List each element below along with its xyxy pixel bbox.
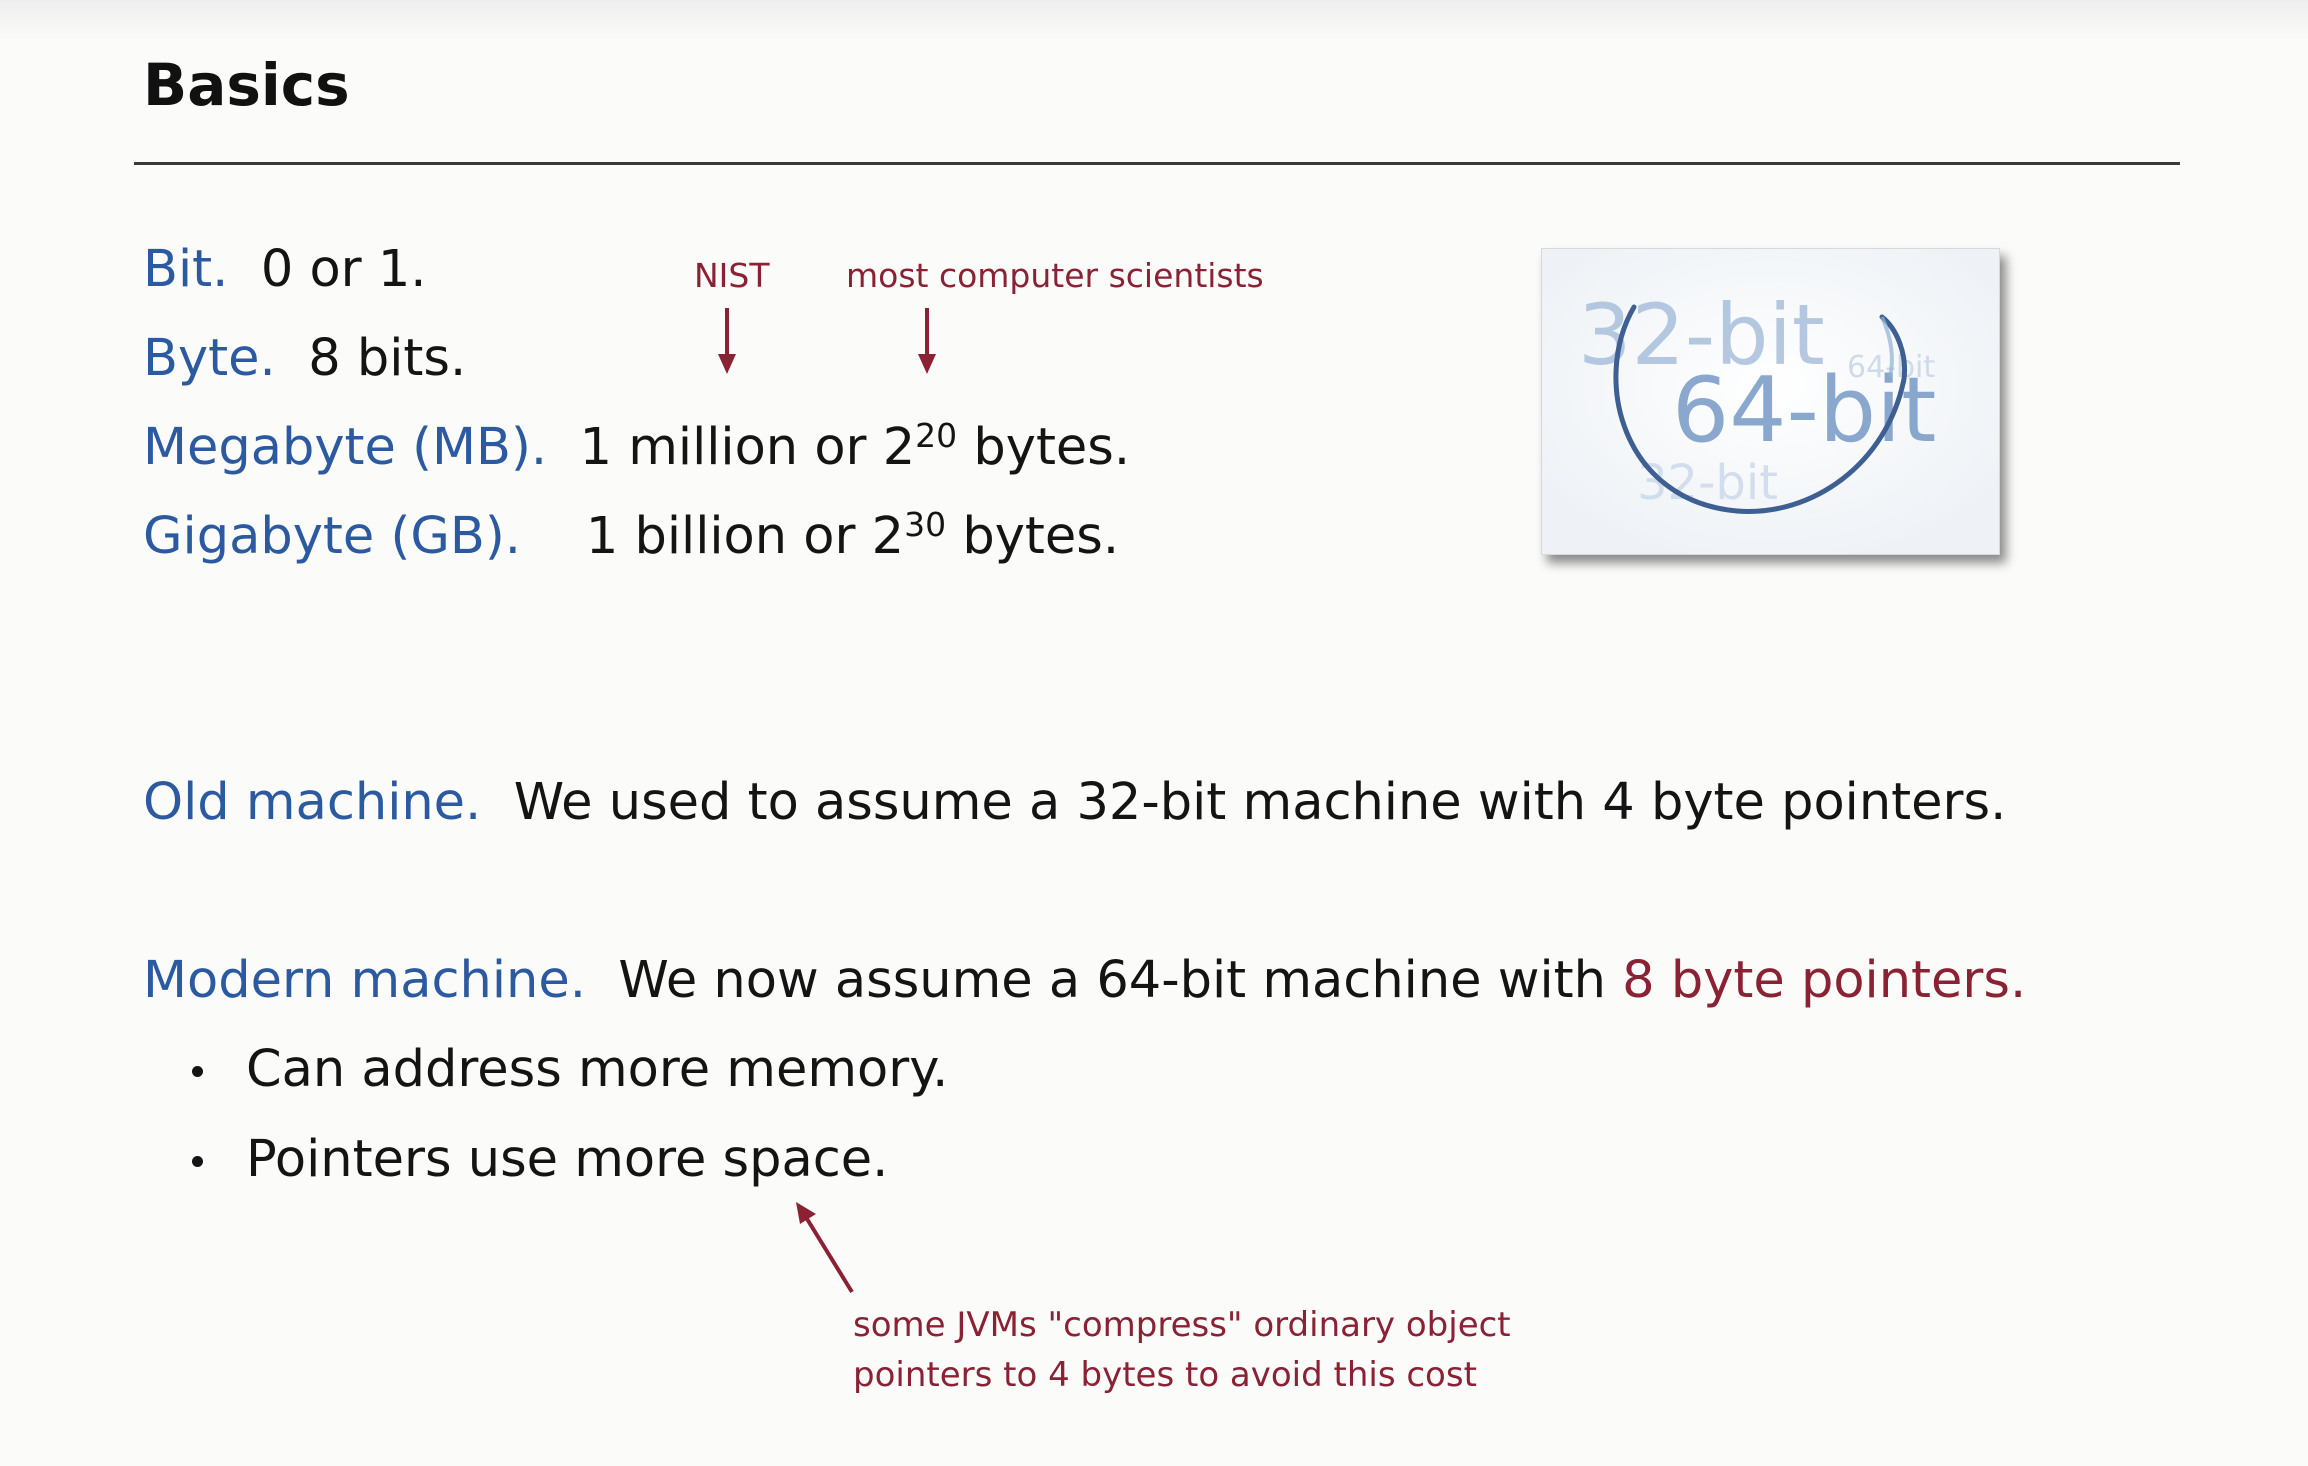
most-cs-label: most computer scientists xyxy=(846,256,1264,295)
modern-machine-end: . xyxy=(2009,951,2027,1010)
definition-byte-text: 8 bits. xyxy=(308,329,467,388)
term-old-machine: Old machine. xyxy=(143,773,482,832)
slide-title: Basics xyxy=(143,51,350,119)
definition-bit: Bit. 0 or 1. xyxy=(143,244,427,295)
modern-machine-line: Modern machine. We now assume a 64-bit m… xyxy=(143,955,2026,1006)
definition-byte: Byte. 8 bits. xyxy=(143,333,466,384)
most-cs-arrow-icon xyxy=(918,308,936,374)
gigabyte-unit: bytes. xyxy=(946,507,1120,566)
megabyte-value: 1 million or 2 xyxy=(579,418,916,477)
nist-label: NIST xyxy=(694,256,770,295)
nist-arrow-icon xyxy=(718,308,736,374)
jvm-note-line-1: some JVMs "compress" ordinary object xyxy=(853,1305,1511,1345)
jvm-arrow-icon xyxy=(796,1202,854,1294)
title-divider xyxy=(134,162,2180,165)
bullet-item-2: Pointers use more space. xyxy=(246,1130,889,1189)
bit-width-figure: 32-bit 64-bit 64-bit 32-bit xyxy=(1541,248,2000,555)
old-machine-text: We used to assume a 32-bit machine with … xyxy=(513,773,2007,832)
bullet-item-1: Can address more memory. xyxy=(246,1040,949,1099)
megabyte-unit: bytes. xyxy=(957,418,1131,477)
bullet-dot-icon xyxy=(192,1156,203,1167)
term-gigabyte: Gigabyte (GB). xyxy=(143,507,521,566)
definition-megabyte: Megabyte (MB). 1 million or 220 bytes. xyxy=(143,419,1130,473)
bit-width-graphic: 32-bit 64-bit 64-bit 32-bit xyxy=(1542,249,1999,554)
modern-machine-highlight: 8 byte pointers xyxy=(1622,951,2010,1010)
bullet-dot-icon xyxy=(192,1066,203,1077)
jvm-note-line-2: pointers to 4 bytes to avoid this cost xyxy=(853,1355,1477,1395)
term-megabyte: Megabyte (MB). xyxy=(143,418,548,477)
old-machine-line: Old machine. We used to assume a 32-bit … xyxy=(143,777,2006,828)
gigabyte-exponent: 30 xyxy=(904,505,947,544)
definition-bit-text: 0 or 1. xyxy=(260,240,427,299)
gigabyte-value: 1 billion or 2 xyxy=(585,507,905,566)
modern-machine-text: We now assume a 64-bit machine with xyxy=(618,951,1606,1010)
definition-gigabyte: Gigabyte (GB). 1 billion or 230 bytes. xyxy=(143,508,1119,562)
term-modern-machine: Modern machine. xyxy=(143,951,586,1010)
megabyte-exponent: 20 xyxy=(915,416,958,455)
small-label-32-bit: 32-bit xyxy=(1637,455,1778,511)
top-fade xyxy=(0,0,2308,40)
term-byte: Byte. xyxy=(143,329,276,388)
term-bit: Bit. xyxy=(143,240,229,299)
